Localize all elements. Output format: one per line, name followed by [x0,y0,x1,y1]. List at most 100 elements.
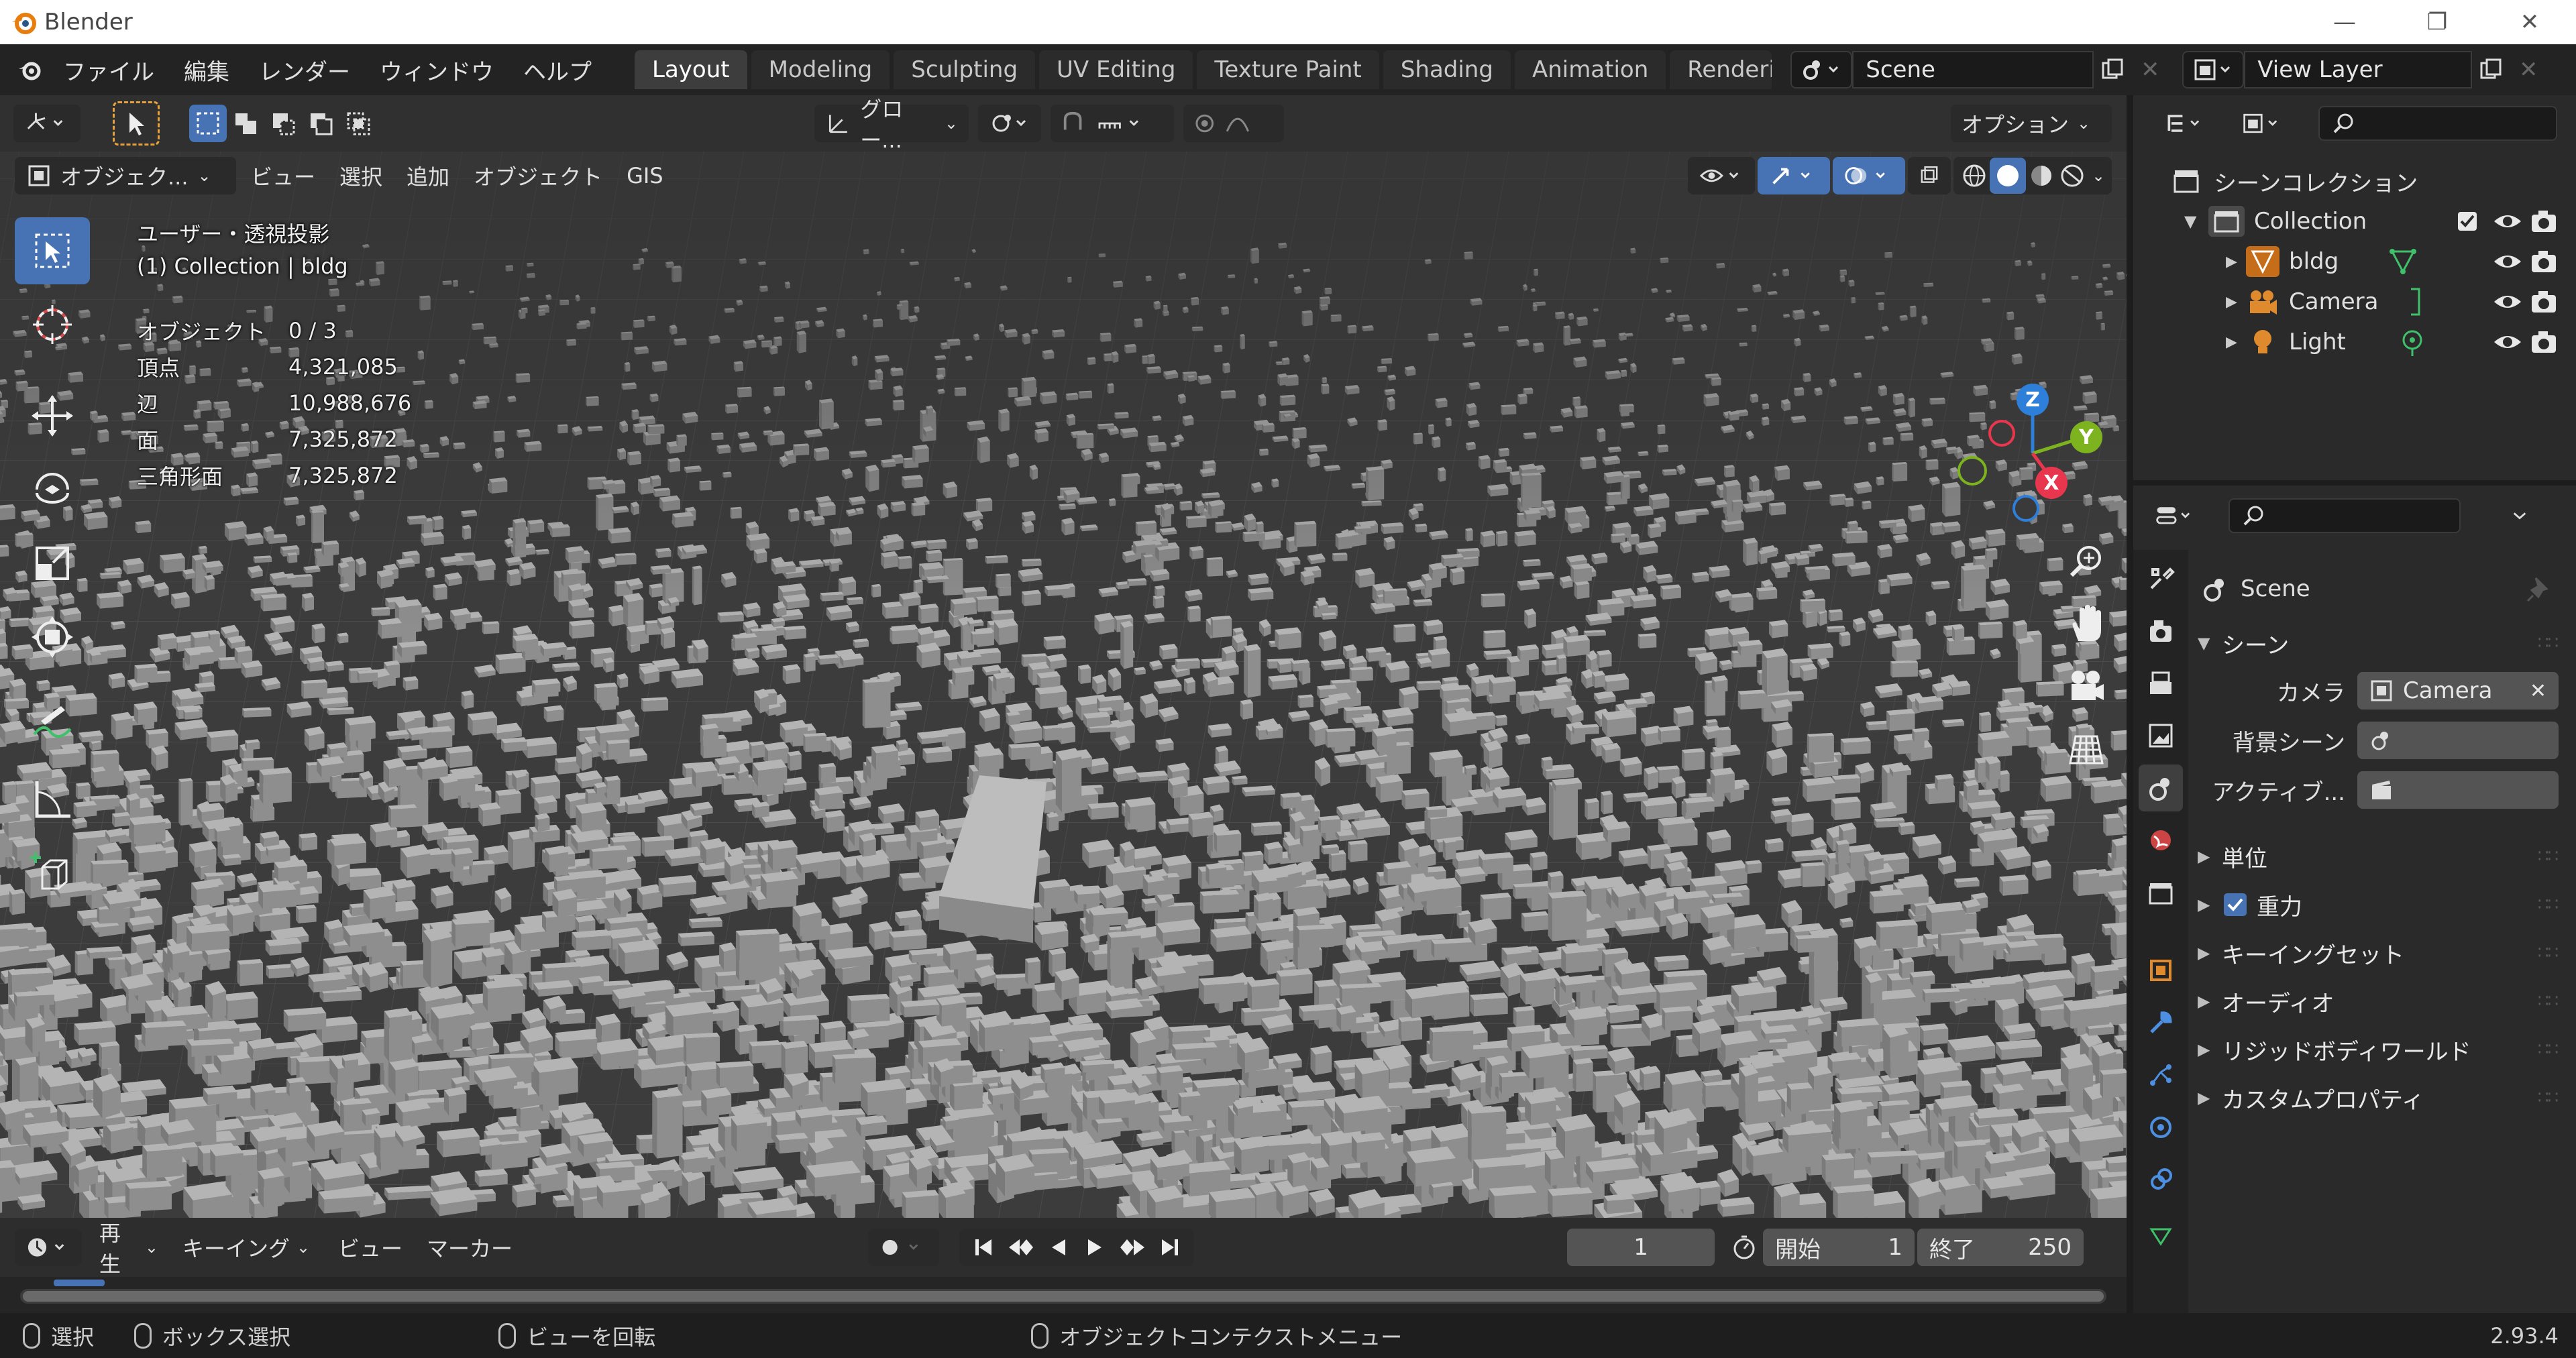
remove-view-layer-icon[interactable]: ✕ [2510,51,2547,89]
ortho-grid-icon[interactable] [2059,723,2113,777]
data-tab-icon[interactable] [2139,1208,2183,1255]
outliner-item-collection[interactable]: ▼ Collection [2133,201,2576,241]
outliner-item-camera[interactable]: ▶ Camera [2133,282,2576,322]
select-tool-icon[interactable] [113,101,160,146]
zoom-icon[interactable] [2059,534,2113,587]
jump-start-icon[interactable] [970,1234,997,1261]
menu-view[interactable]: ビュー [239,157,327,194]
blender-menu-icon[interactable] [11,51,48,89]
camera-view-icon[interactable] [2059,660,2113,714]
xray-toggle-icon[interactable] [1908,157,1951,194]
cursor-tool-icon[interactable] [15,291,90,358]
eye-icon[interactable] [2493,290,2522,314]
background-scene-field[interactable] [2357,722,2559,759]
menu-help[interactable]: ヘルプ [508,50,606,90]
add-cube-tool-icon[interactable] [15,840,90,907]
scale-tool-icon[interactable] [15,530,90,597]
wireframe-shading-icon[interactable] [1959,160,1990,191]
measure-tool-icon[interactable] [15,766,90,833]
expand-triangle-icon[interactable]: ▶ [2226,253,2246,270]
remove-scene-icon[interactable]: ✕ [2131,51,2169,89]
output-tab-icon[interactable] [2139,660,2183,707]
menu-object[interactable]: オブジェクト [462,157,614,194]
camera-property-field[interactable]: Camera ✕ [2357,672,2559,710]
minimize-button[interactable]: — [2298,0,2391,44]
new-scene-icon[interactable] [2094,51,2131,89]
menu-window[interactable]: ウィンドウ [365,50,508,90]
panel-rigid-body-world-header[interactable]: ▶ リジッドボディワールド ∷∷ [2198,1027,2571,1072]
panel-units-header[interactable]: ▶ 単位 ∷∷ [2198,834,2571,879]
auto-keying-toggle[interactable] [868,1229,940,1266]
camera-render-icon[interactable] [2530,209,2557,233]
editor-type-icon[interactable] [13,105,80,142]
tab-texture-paint[interactable]: Texture Paint [1197,50,1379,89]
timeline-area[interactable] [0,1277,2127,1313]
stopwatch-icon[interactable] [1725,1229,1763,1266]
eye-icon[interactable] [2493,330,2522,354]
tab-rendering[interactable]: Rendering [1670,50,1772,89]
outliner-item-bldg[interactable]: ▶ bldg [2133,241,2576,282]
panel-custom-properties-header[interactable]: ▶ カスタムプロパティ ∷∷ [2198,1076,2571,1120]
view-layer-field[interactable]: View Layer [2244,51,2473,89]
select-extend-icon[interactable] [227,105,264,142]
tool-tab-icon[interactable] [2139,555,2183,602]
annotate-tool-icon[interactable] [15,692,90,759]
display-mode-icon[interactable] [2231,105,2296,142]
scene-browse-icon[interactable] [1790,51,1853,89]
render-tab-icon[interactable] [2139,608,2183,655]
outliner-item-light[interactable]: ▶ Light [2133,322,2576,362]
tab-sculpting[interactable]: Sculpting [894,50,1036,89]
restore-button[interactable]: ❐ [2391,0,2483,44]
pin-icon[interactable] [2525,574,2555,604]
new-view-layer-icon[interactable] [2472,51,2510,89]
menu-select[interactable]: 選択 [327,157,394,194]
snap-dropdown[interactable] [1051,105,1174,142]
world-tab-icon[interactable] [2139,817,2183,864]
checkbox-checked-icon[interactable] [2455,209,2479,233]
camera-render-icon[interactable] [2530,290,2557,314]
select-box-tool-icon[interactable] [15,217,90,284]
outliner-search-field[interactable] [2318,106,2557,141]
gizmo-toggle-icon[interactable] [1758,157,1830,194]
expand-triangle-icon[interactable]: ▶ [2226,334,2246,351]
menu-edit[interactable]: 編集 [169,50,244,90]
panel-audio-header[interactable]: ▶ オーディオ ∷∷ [2198,979,2571,1023]
tab-modeling[interactable]: Modeling [751,50,890,89]
gravity-checkbox[interactable] [2222,891,2249,918]
constraints-tab-icon[interactable] [2139,1156,2183,1203]
menu-add[interactable]: 追加 [394,157,462,194]
visibility-dropdown[interactable] [1688,157,1755,194]
next-keyframe-icon[interactable] [1118,1234,1147,1261]
proportional-edit-dropdown[interactable] [1183,105,1284,142]
modifier-tab-icon[interactable] [2139,999,2183,1046]
keying-menu[interactable]: キーイング ⌄ [172,1229,323,1266]
camera-render-icon[interactable] [2530,330,2557,354]
properties-editor-type-icon[interactable] [2144,497,2208,534]
jump-end-icon[interactable] [1157,1234,1183,1261]
navigation-gizmo[interactable]: Z Y X [1945,373,2120,534]
rotate-tool-icon[interactable] [15,456,90,523]
menu-gis[interactable]: GIS [614,157,676,194]
pan-hand-icon[interactable] [2059,597,2113,650]
scene-tab-icon[interactable] [2139,765,2183,811]
material-shading-icon[interactable] [2026,160,2057,191]
properties-options-icon[interactable] [2501,497,2538,534]
panel-scene-header[interactable]: ▼ シーン ∷∷ [2198,621,2571,665]
eye-icon[interactable] [2493,249,2522,274]
prev-keyframe-icon[interactable] [1006,1234,1036,1261]
outliner-editor-type-icon[interactable] [2153,105,2218,142]
view-layer-browse-icon[interactable] [2182,51,2245,89]
timeline-editor-type-icon[interactable] [15,1229,82,1266]
playback-menu[interactable]: 再生 ⌄ [89,1221,169,1277]
tab-layout[interactable]: Layout [635,50,747,89]
expand-triangle-icon[interactable]: ▶ [2226,294,2246,310]
mode-dropdown[interactable]: オブジェク... ⌄ [15,157,236,194]
play-icon[interactable] [1081,1234,1108,1261]
options-dropdown[interactable]: オプション ⌄ [1951,105,2112,142]
collapse-triangle-icon[interactable]: ▼ [2184,212,2204,231]
view-layer-tab-icon[interactable] [2139,712,2183,759]
panel-gravity-header[interactable]: ▶ 重力 ∷∷ [2198,883,2571,927]
timeline-scrollbar[interactable] [20,1289,2106,1304]
solid-shading-icon[interactable] [1990,158,2026,194]
timeline-view-menu[interactable]: ビュー [326,1229,415,1266]
